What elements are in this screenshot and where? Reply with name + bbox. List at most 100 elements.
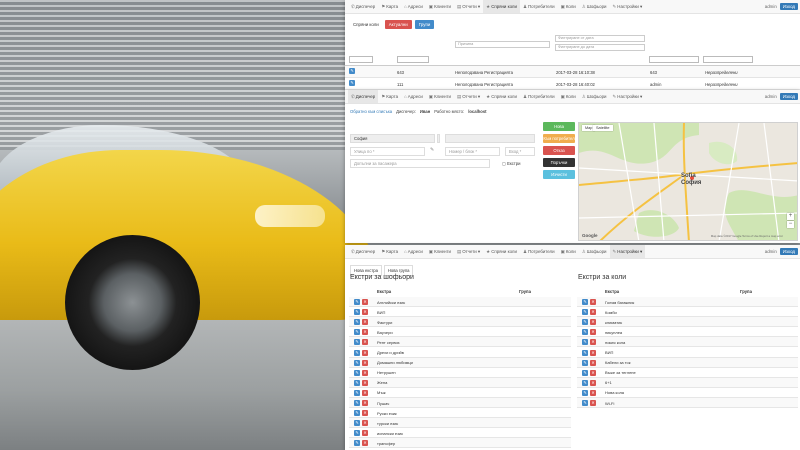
exit-button[interactable]: Изход	[779, 248, 798, 255]
edit-icon[interactable]: ✎	[582, 339, 588, 346]
pin-icon[interactable]: ✎	[430, 147, 434, 153]
delete-icon[interactable]: ✕	[590, 299, 596, 305]
edit-icon[interactable]: ✎	[354, 339, 360, 346]
delete-icon[interactable]: ✕	[362, 440, 368, 447]
nav-item-2[interactable]: ⌂ Адреси	[401, 0, 426, 13]
nav-item-2[interactable]: ⌂ Адреси	[401, 245, 426, 258]
delete-icon[interactable]: ✕	[590, 329, 596, 336]
delete-icon[interactable]: ✕	[362, 410, 368, 417]
entrance-input[interactable]: Вход *	[505, 147, 535, 156]
edit-icon[interactable]: ✎	[582, 400, 588, 406]
nav-item-8[interactable]: ♙ Шофьори	[579, 245, 610, 258]
edit-icon[interactable]: ✎	[349, 68, 355, 74]
delete-icon[interactable]: ✕	[590, 339, 596, 346]
region-field[interactable]	[445, 134, 535, 143]
delete-icon[interactable]: ✕	[590, 400, 596, 406]
nav-item-6[interactable]: ♟ Потребители	[520, 245, 558, 258]
delete-icon[interactable]: ✕	[362, 309, 368, 316]
nav-item-2[interactable]: ⌂ Адреси	[401, 90, 426, 103]
nav-item-3[interactable]: ▣ Клиенти	[426, 245, 454, 258]
reason-filter-input[interactable]: Причина	[455, 41, 550, 48]
edit-icon[interactable]: ✎	[582, 389, 588, 396]
nav-item-3[interactable]: ▣ Клиенти	[426, 0, 454, 13]
edit-icon[interactable]: ✎	[582, 369, 588, 376]
groups-button[interactable]: Групи	[414, 20, 435, 29]
actual-button[interactable]: Актуални	[384, 20, 412, 29]
edit-icon[interactable]: ✎	[354, 410, 360, 417]
nav-item-4[interactable]: ▤ Отчети ▾	[454, 0, 483, 13]
edit-icon[interactable]: ✎	[354, 420, 360, 427]
edit-icon[interactable]: ✎	[354, 379, 360, 386]
passenger-note-input[interactable]: Допълни за пасажера	[350, 159, 490, 168]
tab-stopped-cars[interactable]: Спряни коли	[350, 20, 382, 29]
edit-icon[interactable]: ✎	[354, 359, 360, 366]
nav-item-5[interactable]: ★ Спряни коли	[483, 90, 520, 103]
edit-icon[interactable]: ✎	[582, 319, 588, 326]
delete-icon[interactable]: ✕	[590, 319, 596, 326]
delete-icon[interactable]: ✕	[362, 319, 368, 326]
edit-icon[interactable]: ✎	[354, 400, 360, 406]
delete-icon[interactable]: ✕	[362, 430, 368, 437]
nav-item-1[interactable]: ⚑ Карта	[378, 90, 401, 103]
all-select[interactable]	[349, 56, 373, 63]
nav-item-0[interactable]: ✆ Диспечер	[348, 245, 378, 258]
exit-button[interactable]: Изход	[779, 3, 798, 10]
nav-item-3[interactable]: ▣ Клиенти	[426, 90, 454, 103]
nav-item-9[interactable]: ✎ Настройки ▾	[610, 90, 646, 103]
nav-item-1[interactable]: ⚑ Карта	[378, 245, 401, 258]
zoom-out-button[interactable]: −	[787, 221, 794, 228]
street-input[interactable]: Улица по *	[350, 147, 425, 156]
time-select[interactable]	[703, 56, 753, 63]
user-name[interactable]: admin	[765, 4, 777, 9]
city-field[interactable]: София	[350, 134, 435, 143]
edit-icon[interactable]: ✎	[354, 299, 360, 305]
nav-item-9[interactable]: ✎ Настройки ▾	[609, 245, 646, 258]
edit-icon[interactable]: ✎	[354, 389, 360, 396]
delete-icon[interactable]: ✕	[590, 379, 596, 386]
nav-item-7[interactable]: ▣ Коли	[558, 245, 579, 258]
date-to-input[interactable]: Филтриране до дата	[555, 44, 645, 51]
nav-item-6[interactable]: ♟ Потребители	[520, 0, 558, 13]
cancel-button[interactable]: Отказ	[543, 146, 575, 155]
edit-icon[interactable]: ✎	[354, 349, 360, 356]
edit-icon[interactable]: ✎	[354, 440, 360, 447]
orders-button[interactable]: Поръчки	[543, 158, 575, 167]
nav-item-0[interactable]: ✆ Диспечер	[348, 90, 379, 103]
delete-icon[interactable]: ✕	[362, 379, 368, 386]
delete-icon[interactable]: ✕	[362, 329, 368, 336]
nav-item-6[interactable]: ♟ Потребители	[520, 90, 558, 103]
city-map[interactable]: Map Satellite Sofia София + − Google Map…	[578, 122, 798, 241]
nav-item-5[interactable]: ★ Спряни коли	[483, 0, 520, 13]
extras-checkbox-label[interactable]: ▢ Екстри	[502, 161, 520, 166]
edit-icon[interactable]: ✎	[582, 299, 588, 305]
date-from-input[interactable]: Филтриране от дата	[555, 35, 645, 42]
nav-item-7[interactable]: ▣ Коли	[558, 0, 579, 13]
delete-icon[interactable]: ✕	[362, 420, 368, 427]
number-input[interactable]: Номер / блок *	[445, 147, 500, 156]
edit-icon[interactable]: ✎	[354, 329, 360, 336]
delete-icon[interactable]: ✕	[590, 369, 596, 376]
clear-button[interactable]: Изчисти	[543, 170, 575, 179]
delete-icon[interactable]: ✕	[590, 389, 596, 396]
nav-item-5[interactable]: ★ Спряни коли	[483, 245, 520, 258]
edit-icon[interactable]: ✎	[354, 369, 360, 376]
delete-icon[interactable]: ✕	[362, 389, 368, 396]
edit-icon[interactable]: ✎	[354, 309, 360, 316]
nav-item-4[interactable]: ▤ Отчети ▾	[454, 90, 483, 103]
delete-icon[interactable]: ✕	[590, 349, 596, 356]
delete-icon[interactable]: ✕	[362, 299, 368, 305]
delete-icon[interactable]: ✕	[362, 369, 368, 376]
delete-icon[interactable]: ✕	[362, 339, 368, 346]
delete-icon[interactable]: ✕	[590, 309, 596, 316]
nav-item-4[interactable]: ▤ Отчети ▾	[454, 245, 483, 258]
edit-icon[interactable]: ✎	[582, 359, 588, 366]
edit-icon[interactable]: ✎	[582, 329, 588, 336]
user-name[interactable]: admin	[765, 94, 777, 99]
edit-icon[interactable]: ✎	[582, 379, 588, 386]
nav-item-8[interactable]: ♙ Шофьори	[579, 0, 610, 13]
zoom-in-button[interactable]: +	[787, 213, 794, 220]
to-customer-button[interactable]: Към потребител	[543, 134, 575, 143]
nav-item-8[interactable]: ♙ Шофьори	[579, 90, 610, 103]
user-name[interactable]: admin	[765, 249, 777, 254]
delete-icon[interactable]: ✕	[590, 359, 596, 366]
